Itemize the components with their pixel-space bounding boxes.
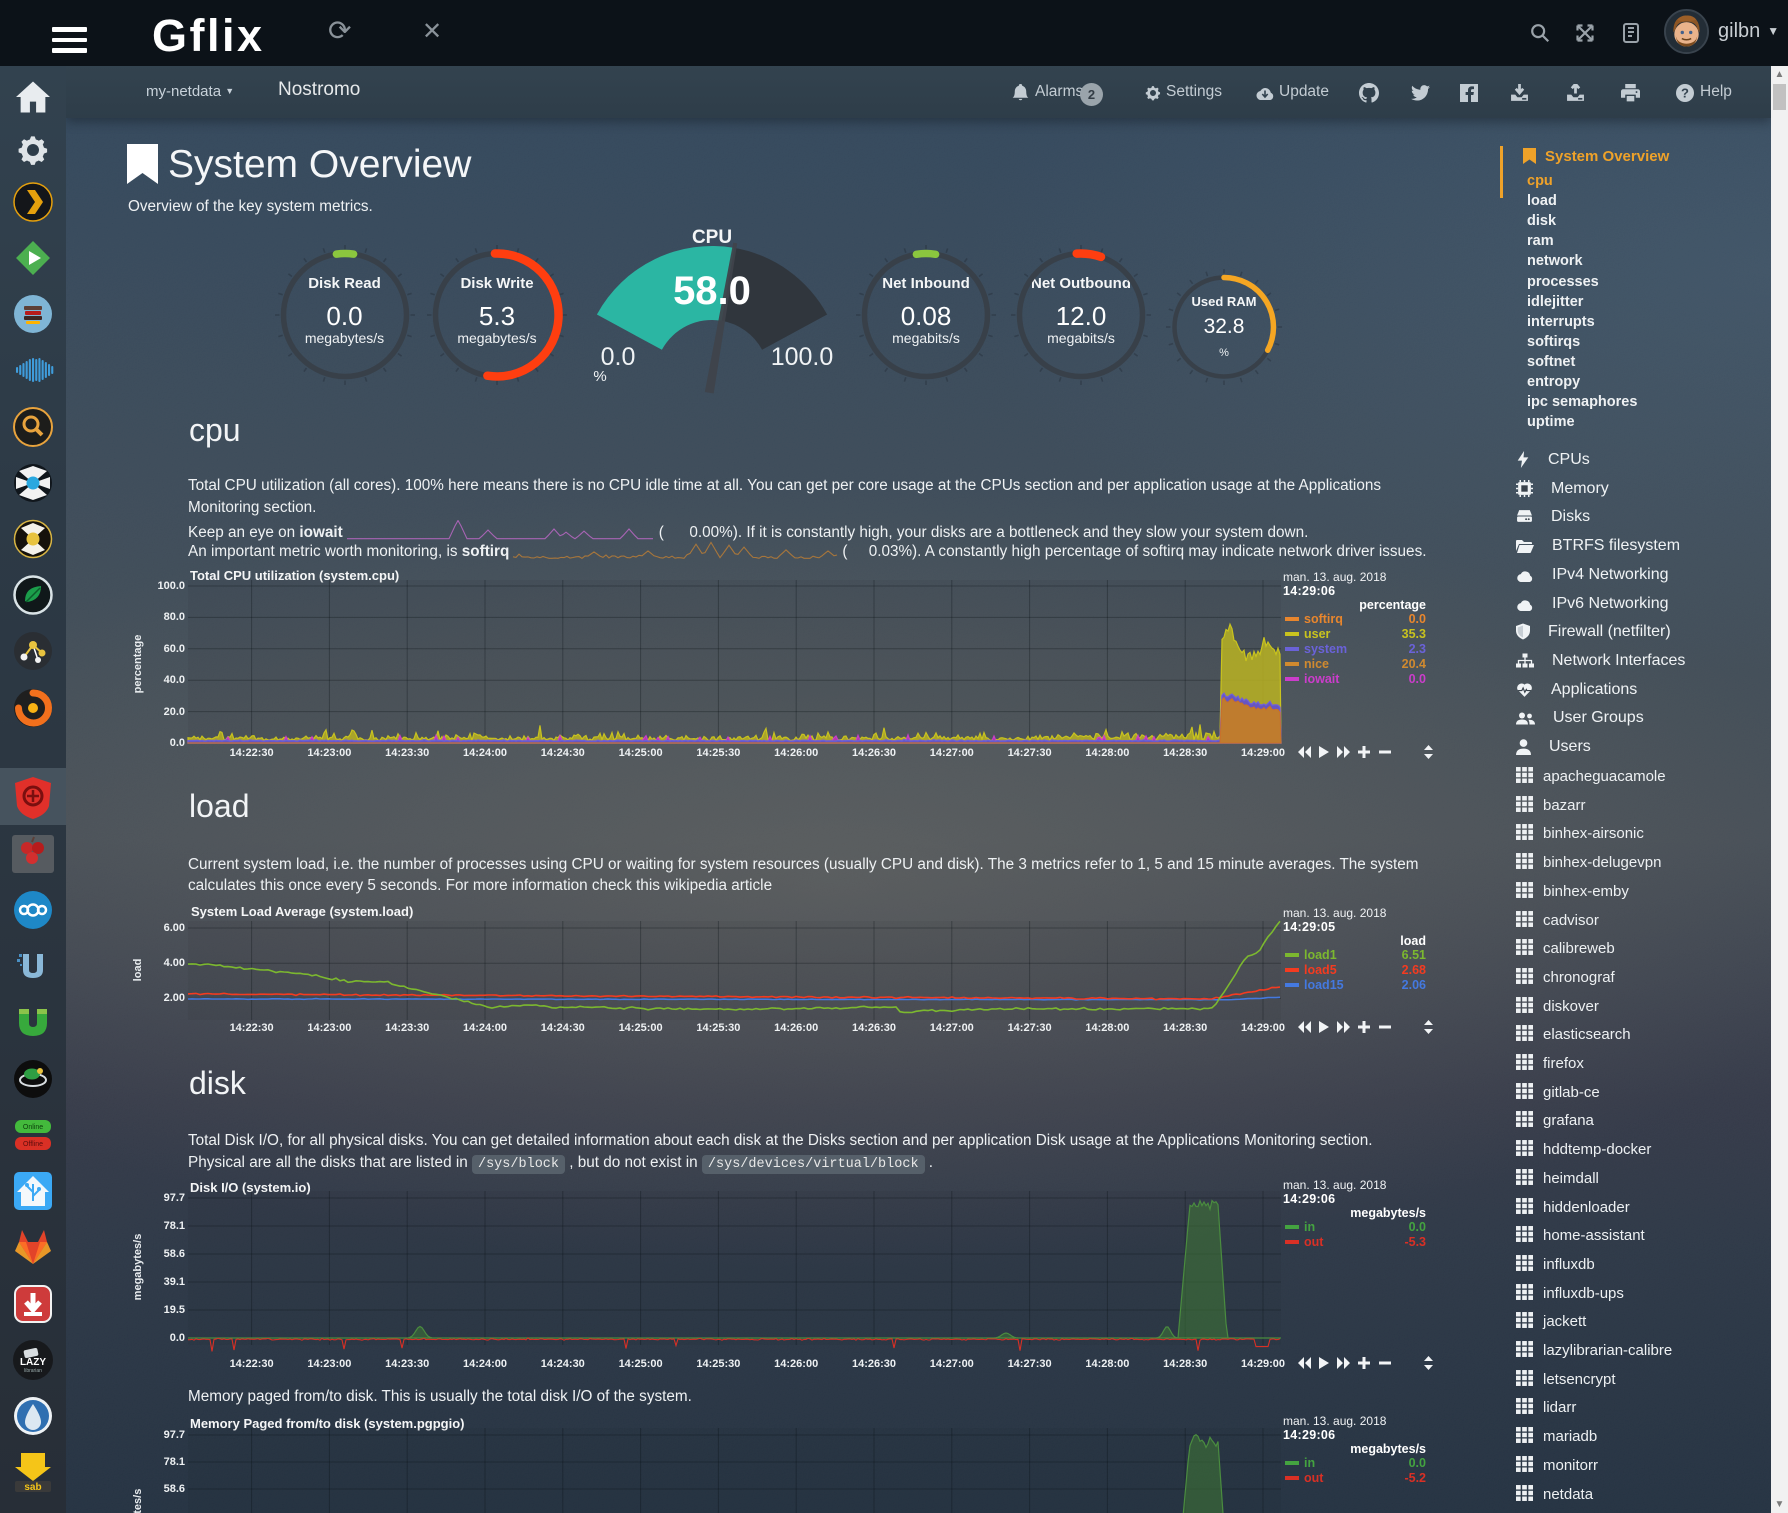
svg-text:Online: Online xyxy=(23,1124,43,1131)
svg-text:Offline: Offline xyxy=(23,1141,43,1148)
svg-text:?: ? xyxy=(1681,85,1689,100)
svg-text:LAZY: LAZY xyxy=(20,1357,46,1368)
svg-text:librarian: librarian xyxy=(24,1368,42,1374)
svg-text:sab: sab xyxy=(24,1482,41,1493)
